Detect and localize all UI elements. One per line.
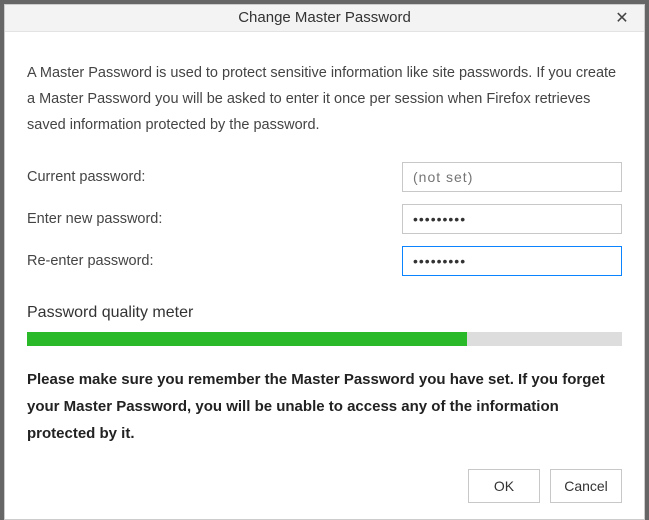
dialog-button-row: OK Cancel (27, 469, 622, 503)
current-password-label: Current password: (27, 169, 402, 185)
reenter-password-label: Re-enter password: (27, 253, 402, 269)
dialog-title: Change Master Password (238, 9, 411, 26)
cancel-button[interactable]: Cancel (550, 469, 622, 503)
close-icon: ✕ (615, 8, 628, 28)
password-form: Current password: Enter new password: Re… (27, 162, 622, 276)
dialog-description: A Master Password is used to protect sen… (27, 60, 622, 138)
reenter-password-input[interactable] (402, 246, 622, 276)
close-button[interactable]: ✕ (610, 6, 634, 30)
current-password-input[interactable] (402, 162, 622, 192)
change-master-password-dialog: Change Master Password ✕ A Master Passwo… (4, 4, 645, 520)
dialog-titlebar: Change Master Password ✕ (5, 5, 644, 32)
new-password-label: Enter new password: (27, 211, 402, 227)
dialog-content: A Master Password is used to protect sen… (5, 32, 644, 519)
ok-button[interactable]: OK (468, 469, 540, 503)
password-quality-fill (27, 332, 467, 346)
new-password-input[interactable] (402, 204, 622, 234)
password-warning-text: Please make sure you remember the Master… (27, 366, 622, 447)
password-quality-label: Password quality meter (27, 304, 622, 322)
password-quality-meter (27, 332, 622, 346)
